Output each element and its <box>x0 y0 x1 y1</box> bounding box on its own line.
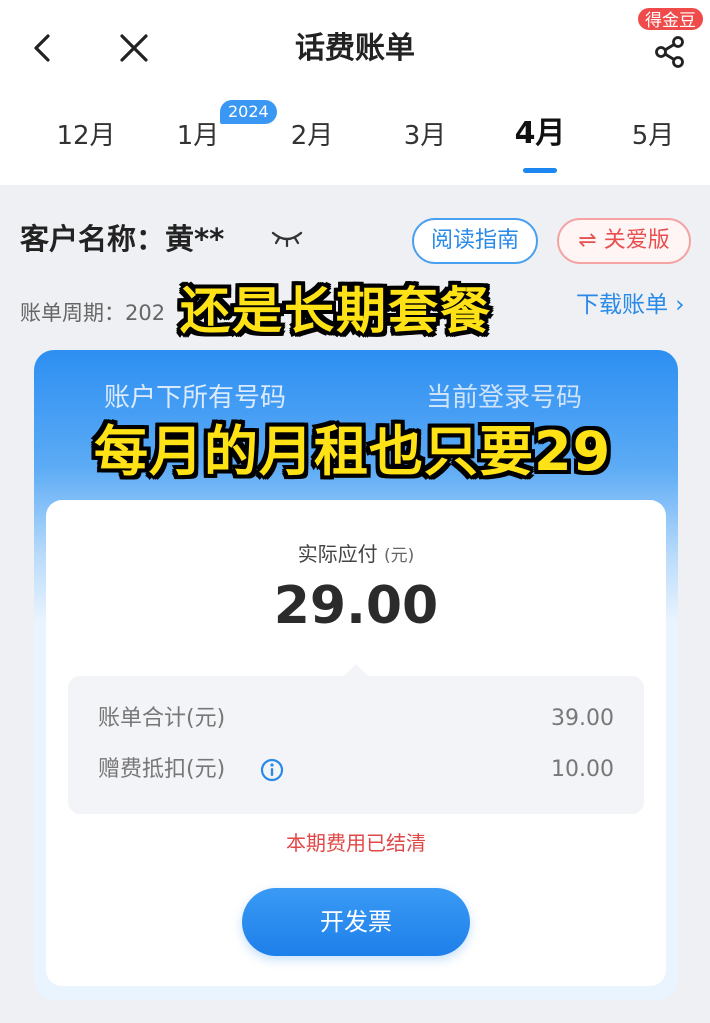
hidden-eye-icon[interactable] <box>270 225 304 249</box>
bill-summary-panel: 实际应付 (元) 29.00 账单合计(元) 39.00 赠费抵扣(元) 10.… <box>46 500 666 986</box>
tab-month-12[interactable]: 12月 <box>36 118 136 154</box>
coin-badge[interactable]: 得金豆 <box>636 6 705 32</box>
amount-due-unit: (元) <box>384 546 415 566</box>
detail-row-gift-deduction: 赠费抵扣(元) 10.00 <box>98 753 614 787</box>
header-bar: 话费账单 得金豆 12月 1月 2月 3月 4月 5月 2024 <box>0 0 710 185</box>
detail-row-total: 账单合计(元) 39.00 <box>98 702 614 736</box>
download-bill-link[interactable]: 下载账单 › <box>576 290 685 320</box>
issue-invoice-button[interactable]: 开发票 <box>242 888 470 956</box>
tab-current-number[interactable]: 当前登录号码 <box>426 380 582 416</box>
detail-label: 赠费抵扣(元) <box>98 757 226 782</box>
tab-month-2[interactable]: 2月 <box>262 118 362 154</box>
share-icon <box>655 36 684 68</box>
overlay-caption-2: 每月的月租也只要29 <box>94 420 612 483</box>
share-button[interactable] <box>648 30 692 74</box>
month-tabs: 12月 1月 2月 3月 4月 5月 <box>0 100 710 180</box>
detail-label: 账单合计(元) <box>98 706 226 731</box>
tab-month-3[interactable]: 3月 <box>375 118 475 154</box>
tab-all-numbers[interactable]: 账户下所有号码 <box>104 380 286 416</box>
settled-status: 本期费用已结清 <box>286 831 426 855</box>
customer-name: 客户名称：黄** <box>20 222 225 256</box>
info-icon[interactable] <box>260 758 284 782</box>
care-mode-button[interactable]: ⇌ 关爱版 <box>557 218 691 264</box>
active-tab-indicator <box>523 168 557 173</box>
amount-due-text: 实际应付 <box>297 542 378 566</box>
amount-due-value: 29.00 <box>273 576 439 636</box>
bill-detail-box: 账单合计(元) 39.00 赠费抵扣(元) 10.00 <box>68 664 644 814</box>
overlay-caption-1: 还是长期套餐 <box>180 282 492 340</box>
amount-due-label: 实际应付 (元) <box>46 540 666 570</box>
detail-value: 39.00 <box>551 706 614 731</box>
tab-month-5[interactable]: 5月 <box>603 118 703 154</box>
year-badge: 2024 <box>220 100 277 124</box>
page-title: 话费账单 <box>295 31 415 66</box>
bill-period: 账单周期：202 <box>20 301 166 325</box>
tab-month-4[interactable]: 4月 <box>490 116 590 152</box>
read-guide-button[interactable]: 阅读指南 <box>412 218 538 264</box>
detail-value: 10.00 <box>551 757 614 782</box>
